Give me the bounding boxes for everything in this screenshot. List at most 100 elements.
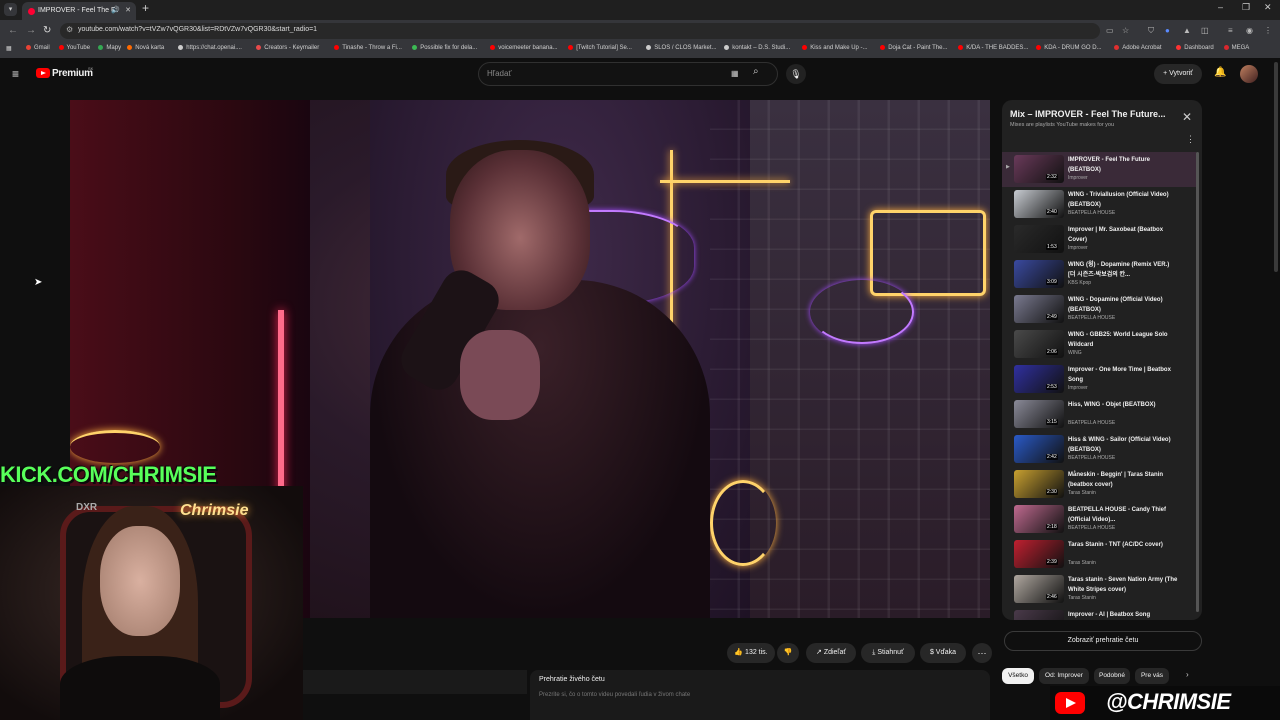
bookmark-item[interactable]: Tinashe - Throw a Fi... bbox=[334, 45, 402, 51]
filter-chip[interactable]: Od: Improver bbox=[1039, 668, 1089, 684]
bookmark-item[interactable]: Mapy bbox=[98, 45, 121, 51]
video-title[interactable]: Improver | Mr. Saxobeat (Beatbox Cover) bbox=[1068, 225, 1178, 245]
minimize-button[interactable]: – bbox=[1218, 2, 1223, 12]
video-title[interactable]: WING - GBB25: World League Solo Wildcard bbox=[1068, 330, 1178, 350]
video-title[interactable]: WING - Triviallusion (Official Video) (B… bbox=[1068, 190, 1178, 210]
playlist-item[interactable]: 3:09 WING (윙) - Dopamine (Remix VER.) [더 … bbox=[1002, 257, 1196, 292]
like-button[interactable]: 👍 132 tis. bbox=[727, 643, 775, 663]
playlist-item[interactable]: 2:39 Taras Stanin - TNT (AC/DC cover) Tara… bbox=[1002, 537, 1196, 572]
extension-shield-icon[interactable]: ⛉ bbox=[1148, 26, 1154, 36]
playlist-item[interactable]: ▶ 2:32 IMPROVER - Feel The Future (BEATBOX… bbox=[1002, 152, 1196, 187]
bookmark-item[interactable]: Kiss and Make Up -... bbox=[802, 45, 868, 51]
bookmark-item[interactable]: Dashboard bbox=[1176, 45, 1214, 51]
video-title[interactable]: Måneskin - Beggin' | Taras Stanin (beatb… bbox=[1068, 470, 1178, 490]
apps-grid-icon[interactable]: ▦ bbox=[6, 45, 12, 52]
bookmark-item[interactable]: kontakt – D.S. Studi... bbox=[724, 45, 790, 51]
search-input[interactable]: Hľadať bbox=[487, 69, 511, 78]
bookmark-item[interactable]: Gmail bbox=[26, 45, 50, 51]
tab-close-icon[interactable]: ✕ bbox=[125, 2, 131, 20]
thanks-button[interactable]: $ Vďaka bbox=[920, 643, 966, 663]
notifications-bell-icon[interactable]: 🔔 bbox=[1214, 67, 1226, 78]
bookmark-item[interactable]: MEGA bbox=[1223, 45, 1249, 51]
video-title[interactable]: Hiss & WING - Sailor (Official Video) (B… bbox=[1068, 435, 1178, 455]
extension-triangle-icon[interactable]: ▲ bbox=[1183, 26, 1191, 35]
page-scrollbar[interactable] bbox=[1274, 62, 1278, 272]
audio-playing-icon[interactable]: 🔊 bbox=[111, 2, 120, 20]
bookmark-item[interactable]: Doja Cat - Paint The... bbox=[880, 45, 947, 51]
show-chat-replay-button[interactable]: Zobraziť prehratie četu bbox=[1004, 631, 1202, 651]
playlist-item[interactable]: 2:06 WING - GBB25: World League Solo Wild… bbox=[1002, 327, 1196, 362]
site-info-icon[interactable]: ⚙ bbox=[66, 25, 73, 34]
voice-search-mic-icon[interactable]: 🎙 bbox=[786, 64, 806, 84]
more-actions-icon[interactable]: ⋯ bbox=[972, 643, 992, 663]
new-tab-button[interactable]: + bbox=[142, 1, 149, 15]
chevron-right-icon[interactable]: › bbox=[1186, 670, 1189, 679]
profile-icon[interactable]: ◉ bbox=[1246, 26, 1253, 35]
bookmark-star-icon[interactable]: ☆ bbox=[1122, 26, 1129, 35]
video-thumbnail[interactable] bbox=[1014, 610, 1064, 620]
playlist-item[interactable]: 1:53 Improver | Mr. Saxobeat (Beatbox Cov… bbox=[1002, 222, 1196, 257]
bookmark-item[interactable]: voicemeeter banana... bbox=[490, 45, 558, 51]
search-icon[interactable]: ⌕ bbox=[753, 66, 759, 77]
filter-chip[interactable]: Podobné bbox=[1094, 668, 1130, 684]
search-box[interactable]: Hľadať ▦ ⌕ bbox=[478, 62, 778, 86]
video-title[interactable]: Taras Stanin - TNT (AC/DC cover) bbox=[1068, 540, 1178, 550]
video-title[interactable]: Hiss, WING - Objet (BEATBOX) bbox=[1068, 400, 1178, 410]
download-button[interactable]: ⤓ Stiahnuť bbox=[861, 643, 915, 663]
bookmark-item[interactable]: Possible fix for dela... bbox=[412, 45, 477, 51]
extension-blue-icon[interactable]: ● bbox=[1165, 26, 1170, 35]
playlist-title[interactable]: Mix – IMPROVER - Feel The Future... bbox=[1010, 109, 1166, 119]
playlist-item[interactable]: 2:40 WING - Triviallusion (Official Video… bbox=[1002, 187, 1196, 222]
playlist-item[interactable]: 2:30 Måneskin - Beggin' | Taras Stanin (b… bbox=[1002, 467, 1196, 502]
dislike-button[interactable]: 👎 bbox=[777, 643, 799, 663]
playlist-item[interactable]: 2:42 Hiss & WING - Sailor (Official Video… bbox=[1002, 432, 1196, 467]
playlist-item[interactable]: 2:53 Improver - One More Time | Beatbox S… bbox=[1002, 362, 1196, 397]
bookmark-item[interactable]: KDA - DRUM GO D... bbox=[1036, 45, 1102, 51]
youtube-premium-wordmark[interactable]: Premium bbox=[52, 68, 93, 79]
filter-chip[interactable]: Všetko bbox=[1002, 668, 1034, 684]
maximize-button[interactable]: ❐ bbox=[1242, 2, 1250, 13]
youtube-logo-icon[interactable] bbox=[36, 68, 50, 78]
bookmark-item[interactable]: Nová karta bbox=[127, 45, 164, 51]
video-title[interactable]: IMPROVER - Feel The Future (BEATBOX) bbox=[1068, 155, 1178, 175]
bookmark-item[interactable]: YouTube bbox=[58, 45, 90, 51]
video-title[interactable]: Taras stanin - Seven Nation Army (The Wh… bbox=[1068, 575, 1178, 595]
forward-arrow-icon[interactable]: → bbox=[26, 25, 36, 36]
bookmark-item[interactable]: Adobe Acrobat bbox=[1114, 45, 1162, 51]
share-button[interactable]: ↗ Zdieľať bbox=[806, 643, 856, 663]
bookmark-item[interactable]: K/DA - THE BADDES... bbox=[958, 45, 1028, 51]
playlist-item[interactable]: 2:46 Taras stanin - Seven Nation Army (Th… bbox=[1002, 572, 1196, 607]
close-playlist-icon[interactable]: ✕ bbox=[1182, 110, 1192, 124]
media-control-icon[interactable]: ≡ bbox=[1228, 26, 1233, 35]
tab-search-button[interactable]: ▾ bbox=[4, 3, 17, 16]
playlist-scrollbar[interactable] bbox=[1196, 152, 1199, 612]
bookmark-item[interactable]: SLOS / CLOS Market... bbox=[646, 45, 717, 51]
video-title[interactable]: Improver - One More Time | Beatbox Song bbox=[1068, 365, 1178, 385]
bookmark-item[interactable]: Creators - Keymailer bbox=[256, 45, 319, 51]
playlist-item[interactable]: 2:49 WING - Dopamine (Official Video) (BE… bbox=[1002, 292, 1196, 327]
playlist-item[interactable]: 2:18 BEATPELLA HOUSE - Candy Thief (Offic… bbox=[1002, 502, 1196, 537]
browser-menu-icon[interactable]: ⋮ bbox=[1264, 26, 1272, 35]
channel-name: BEATPELLA HOUSE bbox=[1068, 455, 1116, 461]
video-title[interactable]: WING (윙) - Dopamine (Remix VER.) [더 시즌즈-… bbox=[1068, 260, 1178, 280]
playlist-menu-icon[interactable]: ⋮ bbox=[1186, 134, 1195, 145]
playlist-item[interactable]: 3:15 Hiss, WING - Objet (BEATBOX) BEATPELL… bbox=[1002, 397, 1196, 432]
keyboard-icon[interactable]: ▦ bbox=[731, 69, 739, 78]
window-close-button[interactable]: ✕ bbox=[1264, 2, 1272, 13]
video-title[interactable]: Improver - AI | Beatbox Song bbox=[1068, 610, 1178, 620]
hamburger-menu-icon[interactable]: ≡ bbox=[12, 67, 19, 81]
bookmark-item[interactable]: https://chat.openai.... bbox=[178, 45, 242, 51]
playlist-item[interactable]: Improver - AI | Beatbox Song bbox=[1002, 607, 1196, 620]
filter-chip[interactable]: Pre vás bbox=[1135, 668, 1169, 684]
address-bar[interactable]: ⚙ youtube.com/watch?v=tVZw7vQGR30&list=R… bbox=[60, 23, 1100, 39]
bookmark-item[interactable]: [Twitch Tutorial] Se... bbox=[568, 45, 632, 51]
account-avatar[interactable] bbox=[1240, 65, 1258, 83]
video-title[interactable]: BEATPELLA HOUSE - Candy Thief (Official … bbox=[1068, 505, 1178, 525]
video-title[interactable]: WING - Dopamine (Official Video) (BEATBO… bbox=[1068, 295, 1178, 315]
back-arrow-icon[interactable]: ← bbox=[8, 25, 18, 36]
browser-tab-active[interactable]: IMPROVER - Feel The Future 🔊 ✕ bbox=[22, 2, 136, 20]
reload-icon[interactable]: ↻ bbox=[43, 25, 51, 36]
create-button[interactable]: + Vytvoriť bbox=[1154, 64, 1202, 84]
extensions-puzzle-icon[interactable]: ◫ bbox=[1201, 26, 1209, 35]
cast-icon[interactable]: ▭ bbox=[1106, 26, 1114, 35]
